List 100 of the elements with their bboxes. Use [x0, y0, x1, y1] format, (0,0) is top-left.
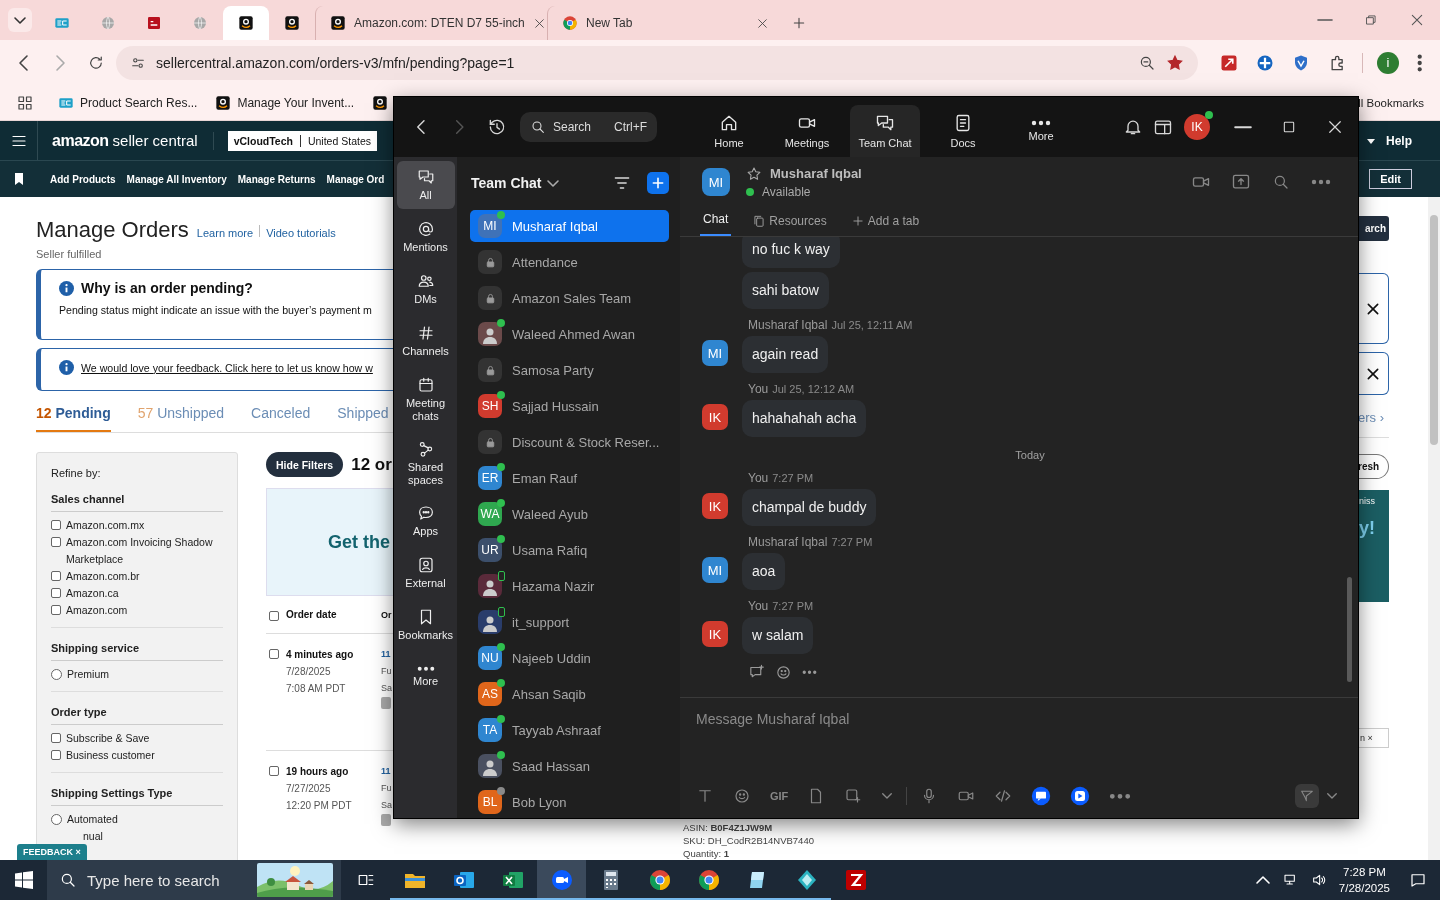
chat-list-item[interactable]: Samosa Party — [470, 354, 669, 386]
nav-tab[interactable]: Docs — [928, 105, 998, 157]
item-detail: SKU: DH_CodR2B14NVB7440 — [683, 834, 815, 847]
message-input[interactable]: Message Musharaf Iqbal — [696, 708, 1338, 730]
sender-name: You — [748, 471, 769, 485]
avatar: IK — [702, 621, 728, 647]
table-cell-text: Sa — [381, 799, 392, 812]
sidebar-item[interactable]: External — [396, 549, 455, 597]
filter-heading: Refine by: — [51, 467, 102, 479]
all-bookmarks-link[interactable]: ll Bookmarks — [1358, 96, 1424, 109]
user-avatar[interactable]: IK — [1184, 114, 1210, 140]
order-time: 7:08 AM PDT — [286, 682, 347, 696]
chat-list-item[interactable]: BL Bob Lyon — [470, 786, 669, 818]
sidebar-item[interactable]: More — [396, 653, 455, 701]
avatar: SH — [478, 394, 502, 418]
option-label: nual — [83, 829, 104, 844]
search-field[interactable]: Search Ctrl+F — [520, 112, 657, 142]
chat-list-item[interactable]: TA Tayyab Ashraaf — [470, 714, 669, 746]
sidebar-item[interactable]: DMs — [396, 265, 455, 313]
sidebar-item[interactable]: Channels — [396, 317, 455, 365]
option-label: Business customer — [66, 748, 156, 763]
bookmark-item[interactable]: Manage Your Invent... — [213, 89, 357, 116]
nav-link[interactable]: Manage Ord — [326, 173, 385, 185]
chat-list-item[interactable]: MI Musharaf Iqbal — [470, 210, 669, 242]
message-bubble: no fuc k way — [742, 237, 840, 268]
gif-button[interactable]: GIF — [770, 790, 789, 802]
sender-name: You — [748, 599, 769, 613]
message-bubble: hahahahah acha — [742, 400, 867, 437]
chat-tab[interactable]: Add a tab — [847, 214, 923, 236]
edit-button[interactable]: Edit — [1369, 169, 1412, 189]
column-header: Order date — [286, 609, 338, 620]
feedback-button[interactable]: FEEDBACK × — [17, 844, 87, 860]
link[interactable]: Video tutorials — [266, 227, 336, 239]
timestamp: 7:27 PM — [831, 536, 873, 548]
item-detail: Quantity: 1 — [683, 847, 730, 860]
address-bar[interactable]: sellercentral.amazon.com/orders-v3/mfn/pending?page=1 — [116, 45, 1198, 80]
sidebar-item[interactable]: Meeting chats — [396, 369, 455, 429]
nav-link[interactable]: Manage Returns — [237, 173, 316, 185]
order-date: 7/28/2025 — [286, 665, 332, 679]
list-title[interactable]: Team Chat — [470, 175, 542, 191]
chat-list-item[interactable]: Hazama Nazir — [470, 570, 669, 602]
nav-link[interactable]: Add Products — [50, 173, 116, 185]
filter-group-title: Sales channel — [51, 493, 223, 512]
orders-count: 12 or — [351, 454, 392, 475]
seller-central-logo[interactable]: amazon seller central — [38, 131, 214, 150]
notice-text: Pending status might indicate an issue with the buyer’s payment m — [59, 304, 373, 316]
chat-list-item[interactable]: Discount & Stock Reser... — [470, 426, 669, 458]
notice-title: Why is an order pending? — [81, 280, 253, 296]
chat-list-item[interactable]: SH Sajjad Hussain — [470, 390, 669, 422]
chat-list-item[interactable]: Amazon Sales Team — [470, 282, 669, 314]
chat-list-item[interactable]: Attendance — [470, 246, 669, 278]
chat-tab[interactable]: Chat — [700, 212, 732, 236]
nav-tab[interactable]: Meetings — [772, 105, 842, 157]
message-bubble: aoa — [742, 553, 786, 590]
chat-list-item[interactable]: UR Usama Rafiq — [470, 534, 669, 566]
avatar: AS — [478, 682, 502, 706]
promo-text: niss — [1359, 496, 1376, 506]
chat-list-item[interactable]: NU Najeeb Uddin — [470, 642, 669, 674]
status-tab[interactable]: 57 Unshipped — [137, 405, 225, 432]
sidebar-item[interactable]: Bookmarks — [396, 601, 455, 649]
filter-group-title: Shipping Settings Type — [51, 787, 223, 806]
nav-tab[interactable]: Team Chat — [850, 105, 920, 157]
hide-filters-button[interactable]: Hide Filters — [266, 452, 344, 477]
bookmark-item[interactable]: Product Search Res... — [56, 89, 200, 116]
chat-list-item[interactable]: Saad Hassan — [470, 750, 669, 782]
status-tab[interactable]: 12 Pending — [36, 405, 111, 432]
chat-list-item[interactable]: ER Eman Rauf — [470, 462, 669, 494]
nav-link[interactable]: Manage All Inventory — [126, 173, 227, 185]
table-cell[interactable]: 11 — [381, 763, 392, 780]
chat-list-item[interactable]: Waleed Ahmed Awan — [470, 318, 669, 350]
nav-tab[interactable]: More — [1006, 105, 1076, 157]
chat-list-item[interactable]: AS Ahsan Saqib — [470, 678, 669, 710]
link[interactable]: Learn more — [196, 227, 254, 239]
sender-name: You — [748, 382, 769, 396]
feedback-link[interactable]: We would love your feedback. Click here to let us know how w — [81, 361, 373, 374]
status-tab[interactable]: Shipped — [337, 405, 389, 432]
help-link[interactable]: Help — [1386, 133, 1412, 148]
status-tab[interactable]: Canceled — [251, 405, 311, 432]
store-selector[interactable]: vCloudTech United States — [227, 130, 377, 151]
chat-tab[interactable]: Resources — [749, 214, 830, 236]
avatar: MI — [702, 168, 730, 196]
avatar: MI — [478, 214, 502, 238]
search-button[interactable]: arch — [1358, 216, 1389, 241]
avatar: TA — [478, 718, 502, 742]
chat-list-item[interactable]: it_support — [470, 606, 669, 638]
clock[interactable]: 7:28 PM 7/28/2025 — [1338, 864, 1390, 896]
sidebar-item[interactable]: All — [396, 161, 455, 209]
sidebar-item[interactable]: Apps — [396, 497, 455, 545]
chat-list-item[interactable]: WA Waleed Ayub — [470, 498, 669, 530]
option-label: Amazon.ca — [66, 586, 119, 601]
sender-name: Musharaf Iqbal — [748, 535, 828, 549]
order-date: 7/27/2025 — [286, 782, 332, 796]
sidebar-item[interactable]: Mentions — [396, 213, 455, 261]
sidebar-item[interactable]: Shared spaces — [396, 433, 455, 493]
subtitle: Seller fulfilled — [36, 248, 103, 260]
nav-tab[interactable]: Home — [694, 105, 764, 157]
message-bubble: sahi batow — [742, 272, 829, 309]
option-label: Premium — [67, 667, 109, 682]
table-cell[interactable]: 11 — [381, 646, 392, 663]
profile-button[interactable]: i — [1377, 51, 1399, 74]
